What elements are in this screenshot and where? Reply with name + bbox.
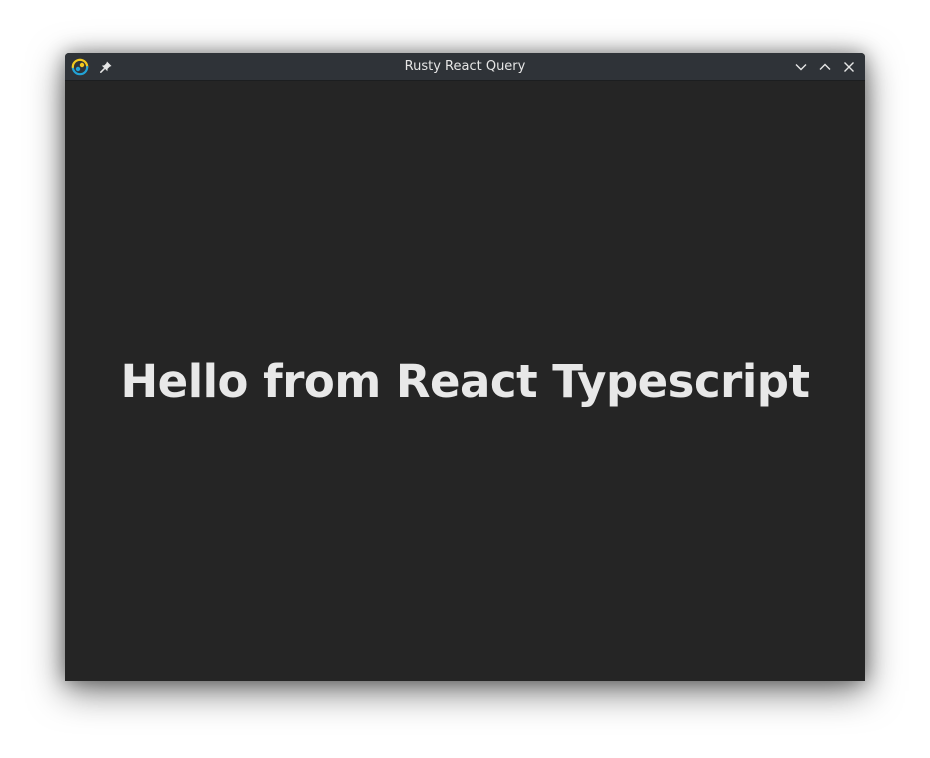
main-content: Hello from React Typescript: [65, 81, 865, 681]
title-bar[interactable]: Rusty React Query: [65, 53, 865, 81]
minimize-button[interactable]: [791, 57, 811, 77]
close-button[interactable]: [839, 57, 859, 77]
chevron-down-icon: [795, 64, 807, 71]
window-controls: [791, 57, 859, 77]
page-heading: Hello from React Typescript: [120, 354, 810, 408]
app-window: Rusty React Query Hello from React Types…: [65, 53, 865, 681]
close-icon: [844, 62, 854, 72]
maximize-button[interactable]: [815, 57, 835, 77]
window-title: Rusty React Query: [404, 59, 526, 74]
chevron-up-icon: [819, 63, 831, 70]
